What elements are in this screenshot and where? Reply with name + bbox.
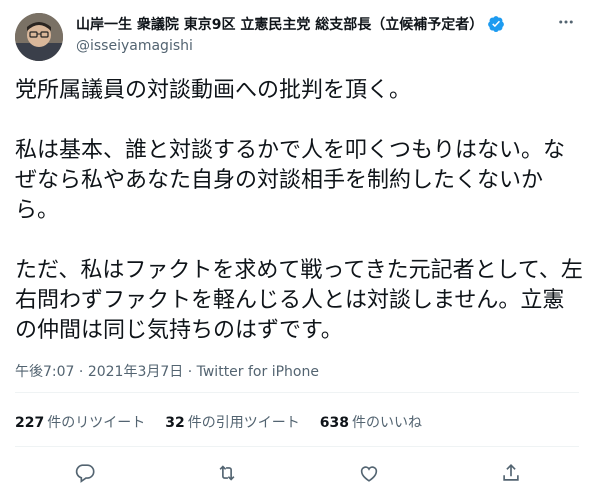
tweet-paragraph: 党所属議員の対談動画への批判を頂く。 — [15, 78, 412, 103]
avatar-photo — [15, 13, 63, 61]
avatar[interactable] — [15, 13, 63, 61]
tweet-date[interactable]: 2021年3月7日 — [88, 364, 183, 380]
author-handle[interactable]: @isseiyamagishi — [76, 38, 193, 54]
like-icon — [360, 466, 378, 482]
meta-separator: · — [78, 364, 84, 380]
tweet-text: 党所属議員の対談動画への批判を頂く。 私は基本、誰と対談するかで人を叩くつもりは… — [15, 76, 585, 346]
author-display-name[interactable]: 山岸一生 衆議院 東京9区 立憲民主党 総支部長（立候補予定者） — [76, 14, 483, 34]
tweet-stats: 227 件のリツイート 32 件の引用ツイート 638 件のいいね — [15, 412, 442, 432]
more-icon — [559, 20, 573, 24]
likes-stat[interactable]: 638 件のいいね — [320, 412, 422, 432]
tweet-card: 山岸一生 衆議院 東京9区 立憲民主党 総支部長（立候補予定者） @isseiy… — [0, 0, 594, 497]
reply-button[interactable] — [73, 461, 97, 485]
retweets-count: 227 — [15, 415, 45, 431]
quotes-count: 32 — [165, 415, 185, 431]
likes-label: 件のいいね — [351, 415, 422, 431]
share-icon — [503, 464, 519, 481]
retweet-icon — [219, 465, 235, 481]
divider — [15, 446, 579, 447]
action-bar — [15, 455, 579, 491]
tweet-time[interactable]: 午後7:07 — [15, 364, 74, 380]
verified-icon — [488, 16, 505, 32]
tweet-paragraph: ただ、私はファクトを求めて戦ってきた元記者として、左右問わずファクトを軽んじる人… — [15, 258, 583, 343]
more-button[interactable] — [554, 10, 578, 34]
quotes-stat[interactable]: 32 件の引用ツイート — [165, 412, 299, 432]
meta-separator: · — [187, 364, 193, 380]
tweet-metadata: 午後7:07 · 2021年3月7日 · Twitter for iPhone — [15, 361, 319, 381]
tweet-paragraph: 私は基本、誰と対談するかで人を叩くつもりはない。なぜなら私やあなた自身の対談相手… — [15, 138, 566, 223]
quotes-label: 件の引用ツイート — [187, 415, 300, 431]
tweet-source[interactable]: Twitter for iPhone — [197, 364, 319, 380]
share-button[interactable] — [499, 461, 523, 485]
divider — [15, 392, 579, 393]
reply-icon — [75, 464, 95, 483]
likes-count: 638 — [319, 415, 349, 431]
retweet-button[interactable] — [215, 461, 239, 485]
retweets-stat[interactable]: 227 件のリツイート — [15, 412, 145, 432]
like-button[interactable] — [357, 461, 381, 485]
author-name-row[interactable]: 山岸一生 衆議院 東京9区 立憲民主党 総支部長（立候補予定者） — [76, 14, 505, 34]
retweets-label: 件のリツイート — [47, 415, 146, 431]
